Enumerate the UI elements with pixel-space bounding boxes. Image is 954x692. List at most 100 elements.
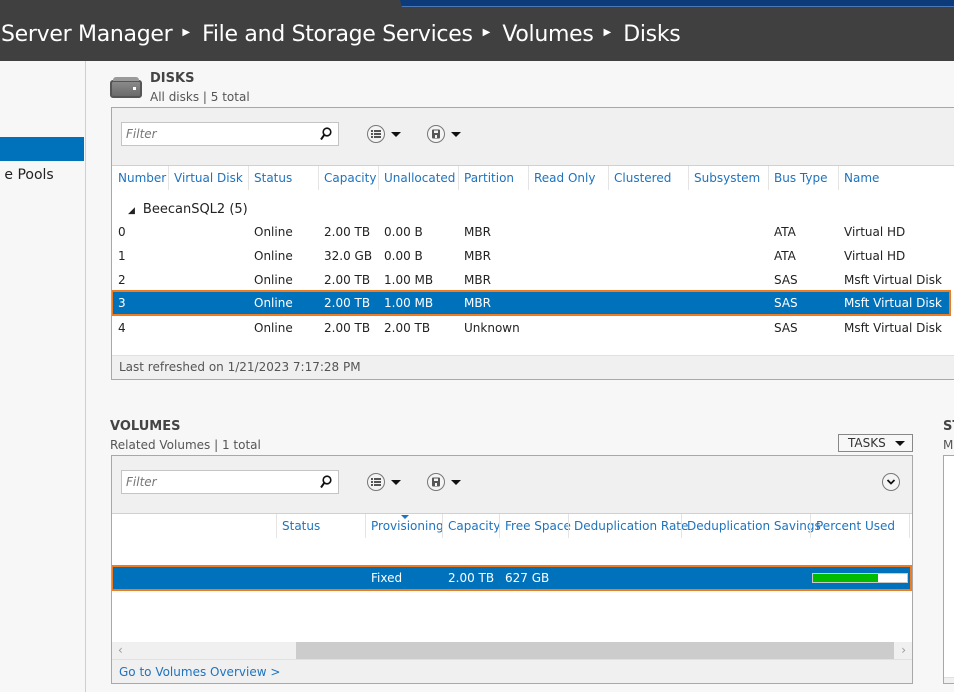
column-header-virtual-disk[interactable]: Virtual Disk	[174, 171, 243, 185]
column-divider[interactable]	[248, 166, 249, 190]
column-divider[interactable]	[365, 514, 366, 538]
column-divider[interactable]	[458, 166, 459, 190]
column-header-read-only[interactable]: Read Only	[534, 171, 595, 185]
table-row[interactable]: 0 Online 2.00 TB 0.00 B MBR ATA Virtual HD	[112, 220, 954, 244]
breadcrumb-volumes[interactable]: Volumes	[502, 22, 593, 47]
column-header-name[interactable]: Name	[844, 171, 879, 185]
cell-status: Online	[254, 296, 293, 310]
column-divider[interactable]	[318, 166, 319, 190]
table-row[interactable]: 1 Online 32.0 GB 0.00 B MBR ATA Virtual HD	[112, 244, 954, 268]
group-header[interactable]: ◢ BeecanSQL2 (5)	[128, 202, 248, 217]
cell-number: 1	[118, 249, 126, 263]
storage-pool-title: ST	[943, 419, 954, 434]
disks-save-query-button[interactable]	[427, 125, 461, 143]
column-divider[interactable]	[442, 514, 443, 538]
breadcrumb: Server Manager ▶ File and Storage Servic…	[0, 7, 954, 61]
column-header-subsystem[interactable]: Subsystem	[694, 171, 760, 185]
breadcrumb-server-manager[interactable]: Server Manager	[1, 22, 173, 47]
storage-pool-footer	[944, 677, 954, 683]
collapse-triangle-icon[interactable]: ◢	[128, 206, 135, 216]
disks-view-options-button[interactable]	[367, 125, 401, 143]
go-to-volumes-overview-link[interactable]: Go to Volumes Overview >	[119, 665, 280, 679]
table-row[interactable]: 2 Online 2.00 TB 1.00 MB MBR SAS Msft Virtual …	[112, 268, 954, 292]
disks-panel: Number Virtual Disk Status Capacity Unalloca…	[111, 107, 954, 380]
cell-partition: MBR	[464, 249, 491, 263]
table-row[interactable]: 4 Online 2.00 TB 2.00 TB Unknown SAS Msft Virt…	[112, 316, 954, 340]
list-view-icon	[367, 125, 385, 143]
percent-used-bar	[812, 573, 908, 583]
column-header-capacity[interactable]: Capacity	[324, 171, 376, 185]
cell-unallocated: 1.00 MB	[384, 296, 434, 310]
column-header-deduplication-rate[interactable]: Deduplication Rate	[574, 519, 688, 533]
column-header-status[interactable]: Status	[282, 519, 320, 533]
sort-indicator-icon	[401, 515, 409, 519]
breadcrumb-file-storage[interactable]: File and Storage Services	[202, 22, 473, 47]
cell-partition: MBR	[464, 225, 491, 239]
volumes-subtitle: Related Volumes | 1 total	[110, 438, 261, 452]
disks-filter[interactable]	[121, 122, 339, 146]
column-header-capacity[interactable]: Capacity	[448, 519, 500, 533]
volumes-filter-input[interactable]	[122, 471, 312, 493]
column-header-percent-used[interactable]: Percent Used	[816, 519, 895, 533]
column-header-bus-type[interactable]: Bus Type	[774, 171, 827, 185]
column-divider[interactable]	[499, 514, 500, 538]
disks-subtitle: All disks | 5 total	[150, 90, 250, 104]
column-divider[interactable]	[378, 166, 379, 190]
column-divider[interactable]	[810, 514, 811, 538]
column-header-status[interactable]: Status	[254, 171, 292, 185]
column-divider[interactable]	[608, 166, 609, 190]
cell-capacity: 2.00 TB	[324, 321, 371, 335]
column-divider[interactable]	[688, 166, 689, 190]
volumes-save-query-button[interactable]	[427, 473, 461, 491]
storage-pool-panel	[943, 455, 954, 684]
column-header-clustered[interactable]: Clustered	[614, 171, 671, 185]
search-icon[interactable]	[320, 475, 332, 489]
volumes-view-options-button[interactable]	[367, 473, 401, 491]
expand-collapse-button[interactable]	[882, 473, 900, 491]
tasks-button[interactable]: TASKS	[838, 434, 913, 452]
cell-name: Virtual HD	[844, 225, 906, 239]
column-divider[interactable]	[168, 166, 169, 190]
chevron-down-icon	[391, 131, 401, 137]
breadcrumb-disks: Disks	[623, 21, 681, 47]
column-header-partition[interactable]: Partition	[464, 171, 514, 185]
cell-capacity: 2.00 TB	[324, 296, 371, 310]
cell-name: Msft Virtual Disk	[844, 296, 942, 310]
cell-partition: MBR	[464, 296, 491, 310]
search-icon[interactable]	[320, 127, 332, 141]
scroll-left-icon[interactable]: ‹	[118, 643, 123, 657]
volumes-filter[interactable]	[121, 470, 339, 494]
column-divider[interactable]	[768, 166, 769, 190]
disks-filter-input[interactable]	[122, 123, 312, 145]
cell-name: Msft Virtual Disk	[844, 273, 942, 287]
cell-bus-type: ATA	[774, 225, 796, 239]
column-divider[interactable]	[276, 514, 277, 538]
scroll-right-icon[interactable]: ›	[901, 643, 906, 657]
sidebar-item-storage-pools[interactable]: Store Pools	[0, 167, 53, 183]
cell-status: Online	[254, 321, 293, 335]
cell-capacity: 2.00 TB	[324, 273, 371, 287]
column-divider[interactable]	[909, 514, 910, 538]
sidebar-item-selected[interactable]	[0, 137, 84, 161]
column-header-number[interactable]: Number	[118, 171, 166, 185]
column-header-deduplication-savings[interactable]: Deduplication Savings	[687, 519, 821, 533]
chevron-down-icon	[451, 131, 461, 137]
table-row[interactable]: Fixed 2.00 TB 627 GB	[112, 565, 912, 591]
scrollbar-thumb[interactable]	[296, 642, 894, 659]
column-header-provisioning[interactable]: Provisioning	[371, 519, 444, 533]
column-header-unallocated[interactable]: Unallocated	[384, 171, 455, 185]
column-divider[interactable]	[681, 514, 682, 538]
cell-capacity: 2.00 TB	[324, 225, 371, 239]
volumes-panel: StatusProvisioningCapacityFree SpaceDedu…	[111, 455, 913, 684]
breadcrumb-separator-icon: ▶	[482, 26, 491, 38]
table-row[interactable]: 3 Online 2.00 TB 1.00 MB MBR SAS Msft Virtual …	[112, 290, 951, 316]
horizontal-scrollbar[interactable]: ‹ ›	[112, 642, 912, 660]
breadcrumb-separator-icon: ▶	[182, 26, 191, 38]
cell-unallocated: 0.00 B	[384, 225, 423, 239]
column-header-free-space[interactable]: Free Space	[505, 519, 571, 533]
last-refreshed-text: Last refreshed on 1/21/2023 7:17:28 PM	[119, 360, 361, 374]
column-divider[interactable]	[568, 514, 569, 538]
column-divider[interactable]	[838, 166, 839, 190]
column-divider[interactable]	[528, 166, 529, 190]
cell-provisioning: Fixed	[371, 571, 403, 585]
